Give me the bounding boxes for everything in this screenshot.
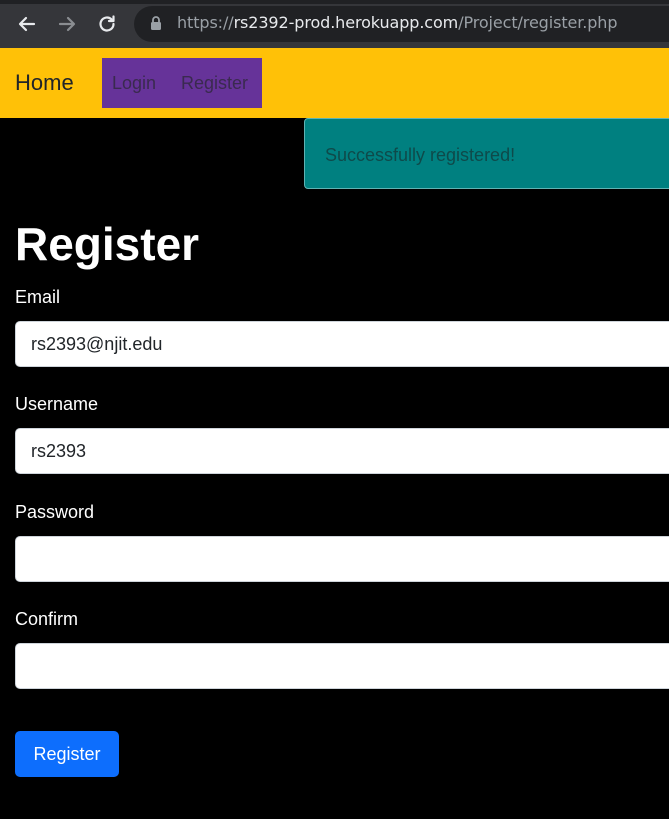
username-label: Username	[15, 394, 99, 414]
url-prefix: https://	[177, 13, 234, 32]
password-input[interactable]	[15, 536, 669, 582]
arrow-right-icon	[58, 16, 76, 32]
forward-button[interactable]	[52, 9, 82, 39]
arrow-left-icon	[18, 16, 36, 32]
email-label: Email	[15, 287, 61, 307]
nav-login-link[interactable]: Login	[112, 73, 156, 94]
home-link[interactable]: Home	[15, 70, 74, 96]
confirm-label: Confirm	[15, 609, 79, 629]
reload-icon	[99, 15, 115, 32]
page-title: Register	[15, 218, 200, 270]
lock-icon	[151, 16, 161, 30]
password-label: Password	[15, 502, 95, 522]
browser-tab-strip	[0, 0, 669, 4]
email-input[interactable]	[15, 321, 669, 367]
address-url[interactable]: https://rs2392-prod.herokuapp.com/Projec…	[177, 13, 617, 32]
register-button[interactable]: Register	[15, 731, 119, 777]
reload-button[interactable]	[92, 9, 122, 39]
back-button[interactable]	[12, 9, 42, 39]
url-host: rs2392-prod.herokuapp.com	[233, 13, 459, 32]
site-navbar	[0, 48, 669, 118]
nav-register-link[interactable]: Register	[181, 73, 248, 94]
username-input[interactable]	[15, 428, 669, 474]
confirm-input[interactable]	[15, 643, 669, 689]
flash-message: Successfully registered!	[325, 145, 516, 165]
url-path: /Project/register.php	[458, 13, 618, 32]
